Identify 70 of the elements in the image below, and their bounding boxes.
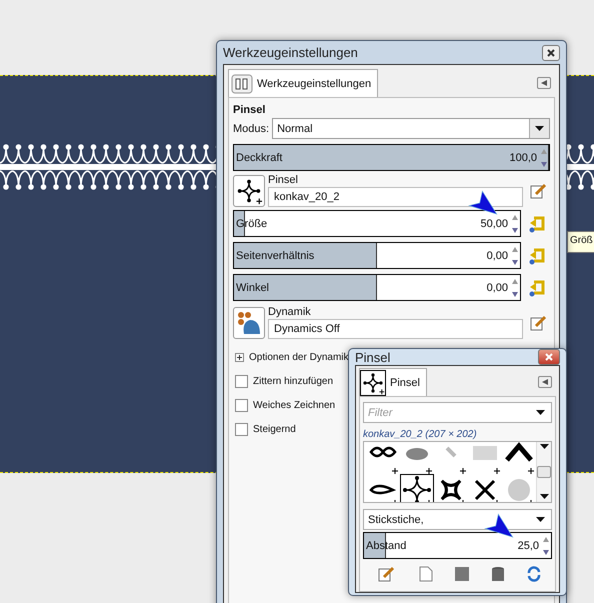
tab-menu-button[interactable] bbox=[538, 376, 552, 388]
mode-dropdown[interactable]: Normal bbox=[272, 118, 550, 139]
slider-value: 25,0 bbox=[518, 540, 539, 552]
dynamics-label: Dynamik bbox=[268, 306, 312, 318]
window-title: Werkzeugeinstellungen bbox=[223, 45, 358, 60]
dynamics-name-field[interactable]: Dynamics Off bbox=[268, 319, 523, 339]
expand-icon[interactable] bbox=[235, 352, 244, 362]
brush-preview-icon bbox=[361, 370, 385, 394]
tool-options-icon bbox=[231, 74, 253, 94]
trash-icon[interactable] bbox=[490, 566, 504, 582]
reset-icon[interactable] bbox=[528, 246, 546, 264]
section-title: Pinsel bbox=[233, 104, 266, 116]
mode-label: Modus: bbox=[233, 122, 270, 134]
spin-arrows-icon[interactable] bbox=[511, 246, 519, 266]
dropdown-arrow-icon[interactable] bbox=[536, 410, 545, 416]
checkbox[interactable] bbox=[235, 422, 248, 436]
slider-value: 0,00 bbox=[486, 250, 508, 262]
menu-arrow-icon bbox=[541, 80, 547, 86]
brush-thumbnail[interactable] bbox=[502, 442, 536, 474]
slider-label: Winkel bbox=[236, 282, 270, 294]
scrollbar[interactable] bbox=[536, 442, 551, 502]
value-slider[interactable]: Seitenverhältnis 0,00 bbox=[233, 242, 521, 269]
close-icon bbox=[547, 48, 555, 56]
brush-label: Pinsel bbox=[268, 174, 299, 186]
dynamics-chooser-button[interactable] bbox=[233, 306, 265, 338]
slider-value: 100,0 bbox=[509, 152, 537, 164]
checkbox-label: Steigernd bbox=[253, 424, 296, 434]
brush-info: konkav_20_2 (207 × 202) bbox=[363, 429, 478, 440]
tab-menu-button[interactable] bbox=[537, 77, 551, 89]
value-slider[interactable]: Deckkraft 100,0 bbox=[233, 144, 550, 171]
brush-chooser-button[interactable] bbox=[233, 174, 265, 206]
dropdown-arrow-icon[interactable] bbox=[535, 126, 544, 132]
new-document-icon[interactable] bbox=[418, 566, 432, 582]
dropdown-arrow-icon[interactable] bbox=[536, 516, 545, 522]
checkbox-label: Weiches Zeichnen bbox=[253, 400, 336, 410]
close-button[interactable] bbox=[538, 349, 560, 365]
slider-value: 50,00 bbox=[480, 218, 508, 230]
close-button[interactable] bbox=[542, 44, 560, 60]
dropdown-arrow-icon[interactable] bbox=[540, 494, 548, 500]
dropdown-arrow-icon[interactable] bbox=[540, 444, 548, 450]
expander-label[interactable]: Optionen der Dynamik bbox=[249, 352, 348, 362]
tag-dropdown[interactable]: Stickstiche, bbox=[363, 509, 552, 530]
slider-label: Seitenverhältnis bbox=[236, 250, 314, 262]
checkbox[interactable] bbox=[235, 398, 248, 412]
pointer-arrow-icon bbox=[484, 512, 514, 540]
menu-arrow-icon bbox=[542, 379, 548, 385]
reset-icon[interactable] bbox=[528, 278, 546, 296]
dock-tab[interactable]: Werkzeugeinstellungen bbox=[228, 69, 378, 97]
spin-arrows-icon[interactable] bbox=[540, 148, 548, 168]
value-slider[interactable]: Winkel 0,00 bbox=[233, 274, 521, 301]
slider-label: Deckkraft bbox=[236, 152, 282, 164]
edit-icon[interactable] bbox=[530, 182, 546, 198]
brush-thumbnail[interactable] bbox=[400, 474, 434, 502]
edit-icon[interactable] bbox=[378, 566, 394, 582]
close-icon bbox=[545, 353, 553, 361]
spin-arrows-icon[interactable] bbox=[542, 536, 550, 556]
spin-arrows-icon[interactable] bbox=[511, 278, 519, 298]
window-title: Pinsel bbox=[355, 350, 390, 364]
reset-icon[interactable] bbox=[528, 214, 546, 232]
dynamics-icon bbox=[236, 310, 262, 336]
refresh-icon[interactable] bbox=[526, 566, 542, 582]
slider-value: 0,00 bbox=[486, 282, 508, 294]
dock-tab[interactable]: Pinsel bbox=[359, 368, 427, 396]
spin-arrows-icon[interactable] bbox=[511, 214, 519, 234]
tooltip: Größ bbox=[567, 231, 594, 253]
checkbox-label: Zittern hinzufügen bbox=[253, 376, 334, 386]
brush-name-field[interactable]: konkav_20_2 bbox=[268, 187, 523, 207]
pointer-arrow-icon bbox=[468, 189, 498, 217]
edit-icon[interactable] bbox=[530, 314, 546, 330]
checkbox[interactable] bbox=[235, 374, 248, 388]
